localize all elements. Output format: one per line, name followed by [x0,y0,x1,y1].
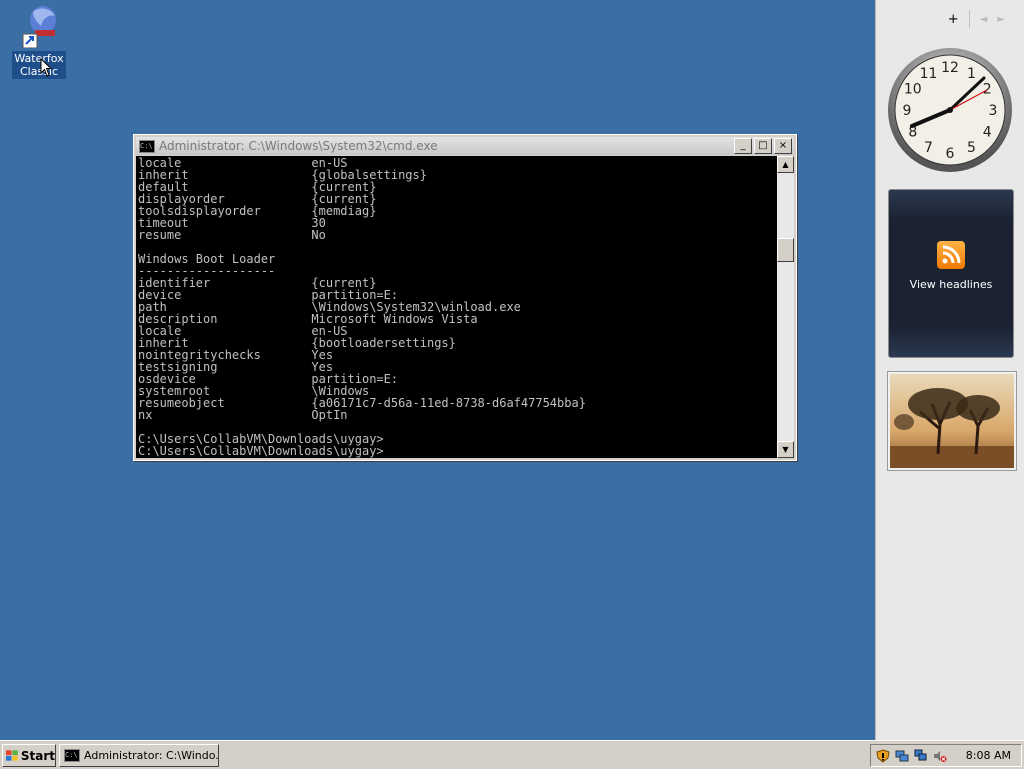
feed-headlines-gadget[interactable]: View headlines [888,189,1014,358]
tree-photo [890,374,1014,468]
shield-icon[interactable] [876,748,890,763]
windows-sidebar: + ◄ ► 12 1 2 3 4 5 6 7 8 9 10 11 View headlines [875,0,1024,740]
cmd-icon: C:\ [139,139,155,153]
cmd-icon: C:\ [64,749,80,762]
clock-gadget[interactable]: 12 1234567891011 [886,46,1014,174]
windows-flag-icon [6,750,18,761]
clock-numeral: 7 [924,140,933,156]
taskbar: Start C:\ Administrator: C:\Windo... 8:0… [0,740,1024,769]
prev-gadget-button[interactable]: ◄ [980,14,988,25]
console-text: locale en-US inherit {globalsettings} de… [136,156,777,457]
close-button[interactable]: × [774,138,792,154]
scroll-thumb[interactable] [777,238,794,262]
vertical-scrollbar[interactable]: ▲ ▼ [777,156,794,458]
taskbar-clock[interactable]: 8:08 AM [966,749,1011,762]
divider [968,10,970,28]
clock-numeral: 2 [983,82,992,98]
clock-numeral: 9 [903,103,912,119]
minimize-button[interactable]: _ [734,138,752,154]
desktop-icon-label: Waterfox Classic [12,51,66,79]
waterfox-icon [21,4,57,49]
clock-numeral: 1 [967,66,976,82]
window-titlebar[interactable]: C:\ Administrator: C:\Windows\System32\c… [136,137,794,155]
start-button[interactable]: Start [2,744,56,767]
taskbar-item-label: Administrator: C:\Windo... [84,749,219,762]
slideshow-gadget[interactable] [888,372,1016,470]
speaker-muted-icon[interactable] [933,749,947,763]
console-line: resume No [138,228,326,242]
add-gadget-button[interactable]: + [948,12,959,27]
scroll-up-button[interactable]: ▲ [777,156,794,173]
clock-numeral: 4 [983,125,992,141]
console-output[interactable]: locale en-US inherit {globalsettings} de… [136,156,777,458]
clock-numeral: 3 [989,103,998,119]
start-label: Start [20,748,55,763]
cmd-window[interactable]: C:\ Administrator: C:\Windows\System32\c… [133,134,797,461]
rss-icon [937,241,965,269]
clock-numeral: 10 [904,82,922,98]
taskbar-item-cmd[interactable]: C:\ Administrator: C:\Windo... [59,744,219,767]
network-status-icon[interactable] [914,749,928,763]
system-tray: 8:08 AM [870,744,1022,767]
clock-numeral: 12 [941,60,959,76]
clock-numeral: 11 [920,66,938,82]
console-line: nx OptIn [138,408,348,422]
maximize-button[interactable]: □ [754,138,772,154]
window-title: Administrator: C:\Windows\System32\cmd.e… [159,139,438,153]
sidebar-controls: + ◄ ► [948,10,1005,28]
clock-numeral: 5 [967,140,976,156]
network-icon[interactable] [895,749,909,763]
scroll-down-button[interactable]: ▼ [777,441,794,458]
mouse-cursor-icon [40,58,53,77]
desktop-icon-waterfox[interactable]: Waterfox Classic [12,4,66,79]
clock-numeral: 6 [946,146,955,162]
next-gadget-button[interactable]: ► [997,14,1005,25]
view-headlines-link[interactable]: View headlines [889,278,1013,291]
console-line: C:\Users\CollabVM\Downloads\uygay> [138,444,384,458]
